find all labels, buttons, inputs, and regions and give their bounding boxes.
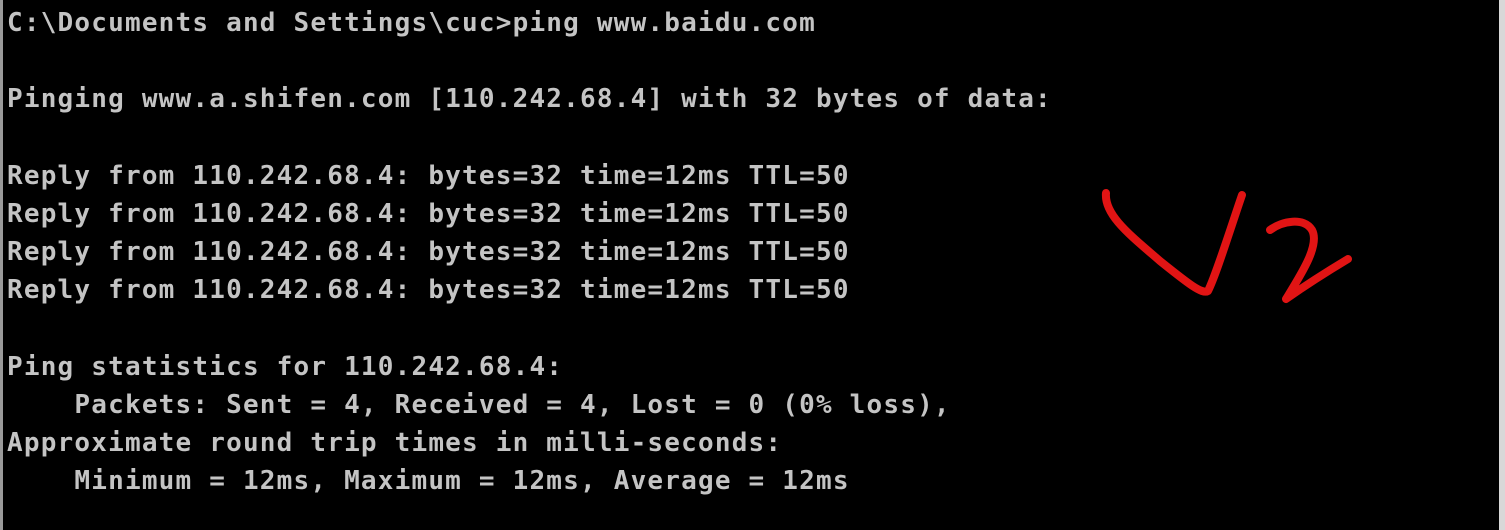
command-prompt-window[interactable]: C:\Documents and Settings\cuc>ping www.b… xyxy=(0,0,1505,530)
console-line-reply: Reply from 110.242.68.4: bytes=32 time=1… xyxy=(7,237,850,268)
console-line-reply: Reply from 110.242.68.4: bytes=32 time=1… xyxy=(7,198,850,229)
console-line-reply: Reply from 110.242.68.4: bytes=32 time=1… xyxy=(7,160,850,191)
console-line-blank xyxy=(7,119,1052,157)
console-line-rtt-header: Approximate round trip times in milli-se… xyxy=(7,428,783,459)
handwritten-v-stroke xyxy=(1101,189,1246,296)
console-line-packets: Packets: Sent = 4, Received = 4, Lost = … xyxy=(7,389,951,420)
console-line-command: C:\Documents and Settings\cuc>ping www.b… xyxy=(7,8,816,38)
window-left-border xyxy=(0,0,3,530)
console-output: C:\Documents and Settings\cuc>ping www.b… xyxy=(7,4,1052,500)
window-right-border xyxy=(1499,0,1505,530)
console-line-reply: Reply from 110.242.68.4: bytes=32 time=1… xyxy=(7,275,850,306)
handwritten-v2-annotation xyxy=(1101,189,1352,303)
console-line-blank xyxy=(7,42,1052,80)
console-line-blank xyxy=(7,310,1052,348)
handwritten-2-stroke xyxy=(1266,217,1352,303)
console-line-rtt-values: Minimum = 12ms, Maximum = 12ms, Average … xyxy=(7,466,850,497)
console-line-statistics-header: Ping statistics for 110.242.68.4: xyxy=(7,351,564,382)
console-line-pinging: Pinging www.a.shifen.com [110.242.68.4] … xyxy=(7,84,1052,115)
